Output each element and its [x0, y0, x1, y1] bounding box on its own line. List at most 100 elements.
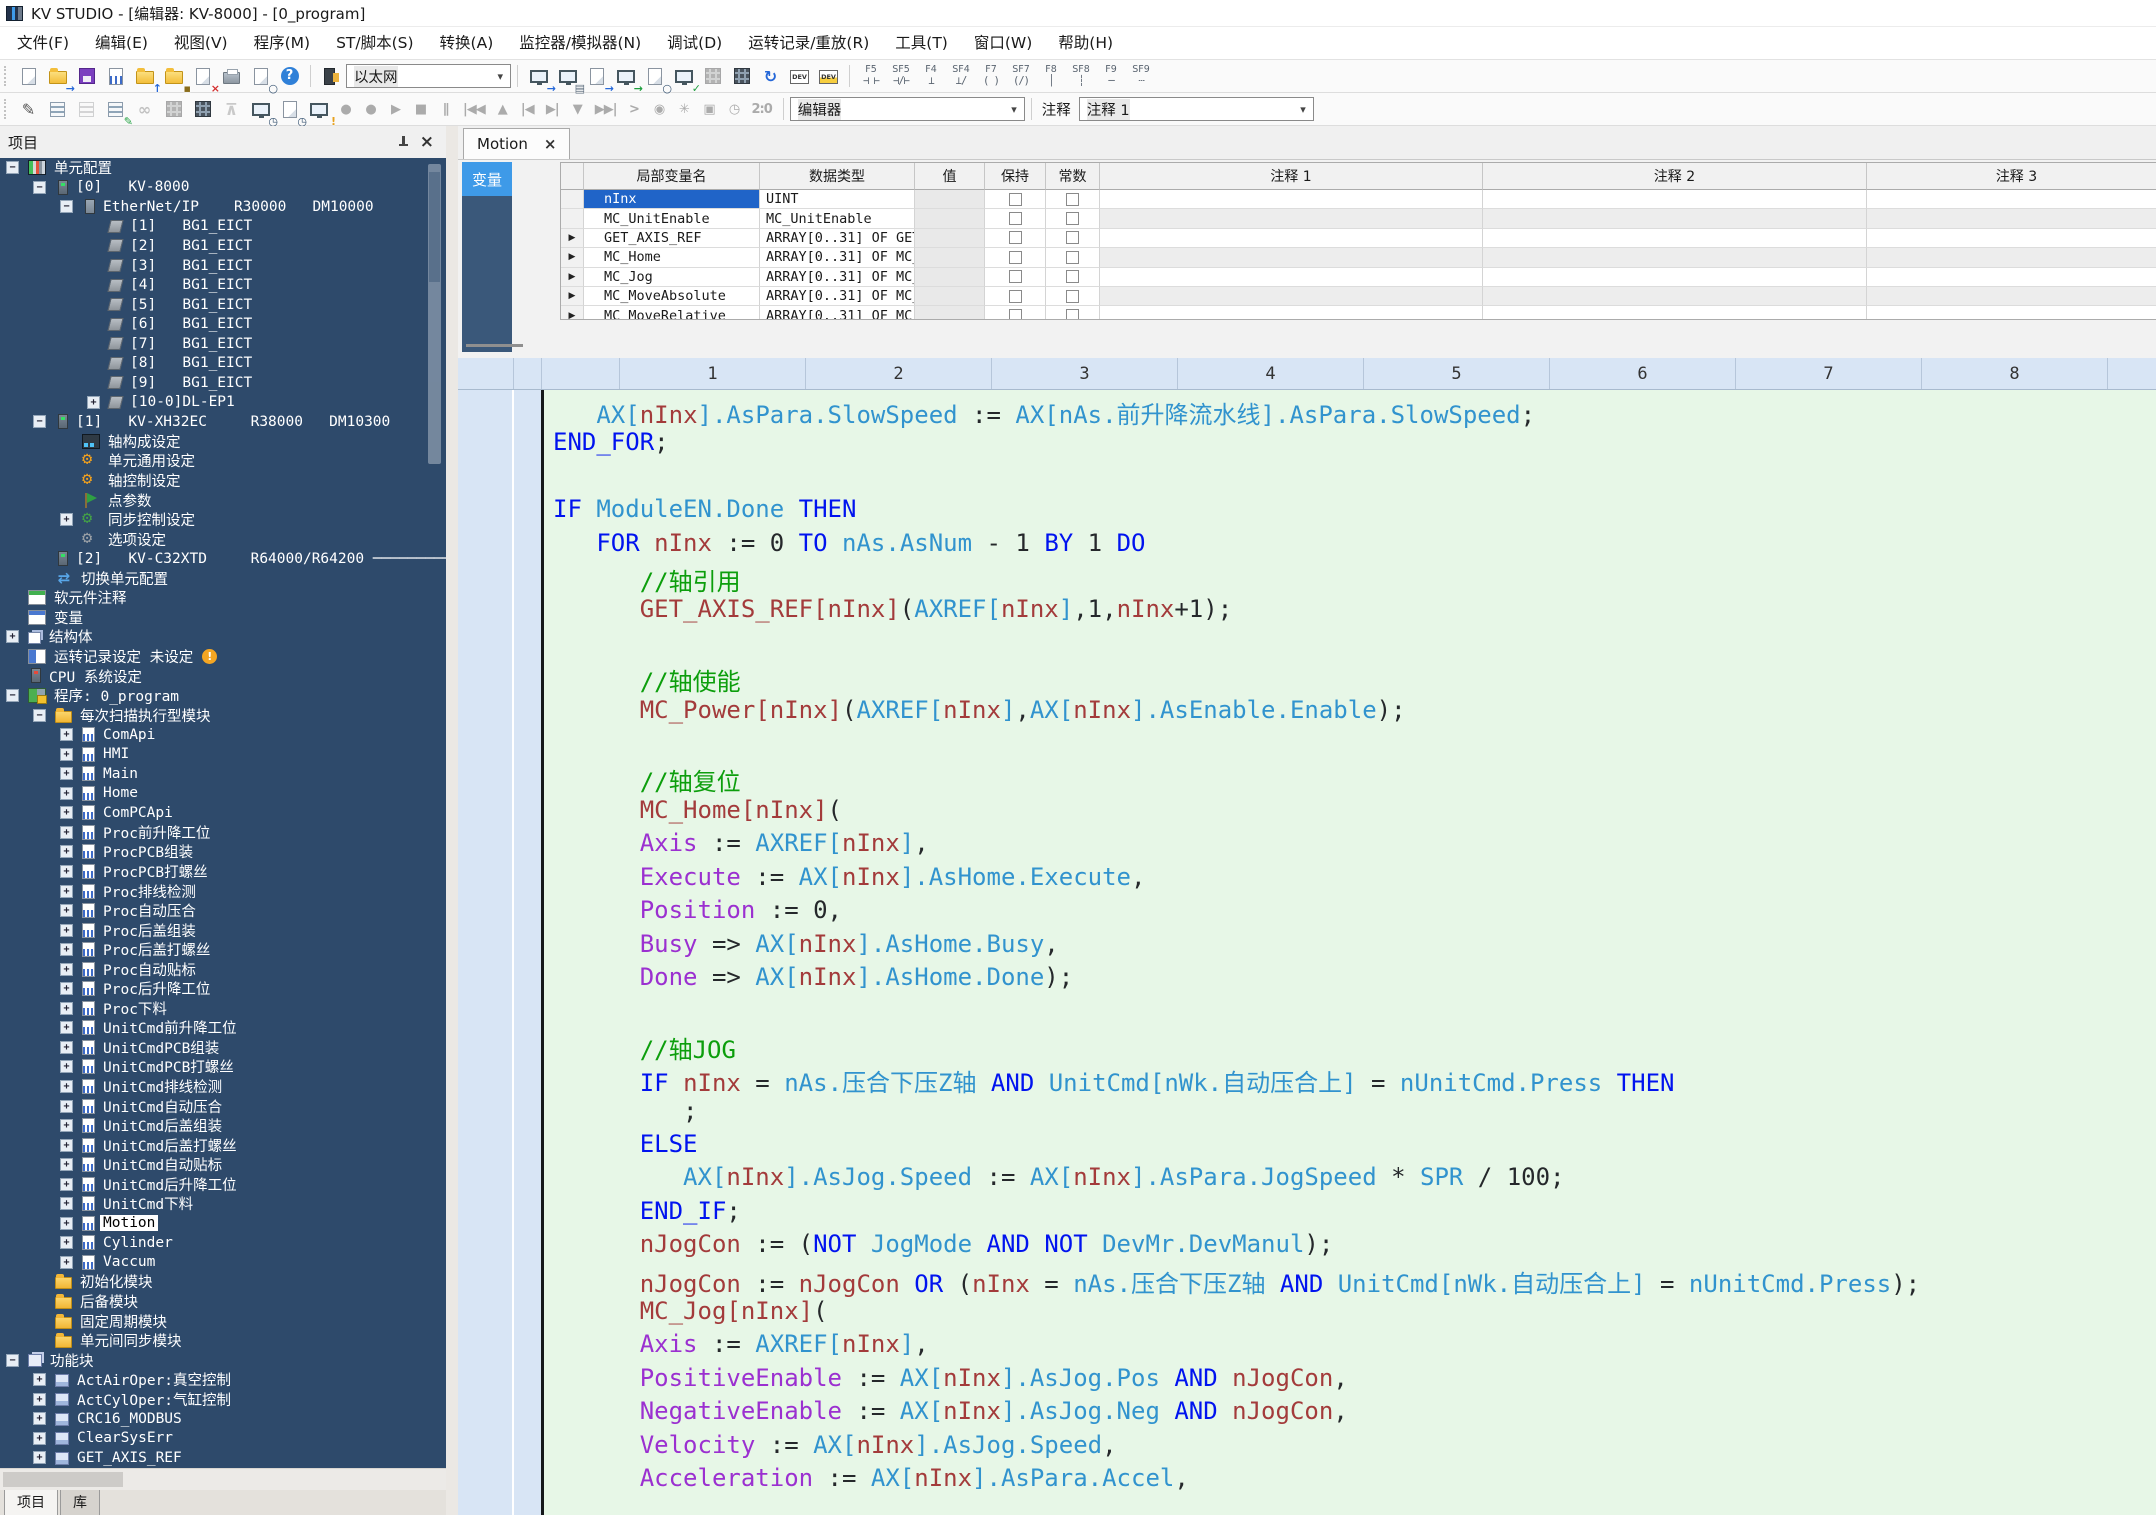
tree-expand-icon[interactable]: + [60, 767, 73, 781]
tree-item[interactable]: 点参数 [0, 490, 446, 510]
comment-cell[interactable] [1867, 209, 2156, 229]
menu-转换A[interactable]: 转换(A) [427, 27, 507, 60]
tree-item[interactable]: + UnitCmd后盖打螺丝 [0, 1135, 446, 1155]
comment-cell[interactable] [1483, 209, 1867, 229]
tree-item[interactable]: − 功能块 [0, 1350, 446, 1370]
column-header-注释 2[interactable]: 注释 2 [1483, 163, 1867, 190]
time-display-icon[interactable]: 2:0 [748, 96, 776, 123]
tree-item[interactable]: + UnitCmd自动压合 [0, 1096, 446, 1116]
preview-glasses-icon[interactable]: ∞ [131, 96, 158, 123]
expand-array-icon[interactable]: ▶ [561, 248, 584, 268]
tree-item[interactable]: + UnitCmdPCB组装 [0, 1038, 446, 1058]
variable-row[interactable]: MC_UnitEnable MC_UnitEnable [561, 209, 2156, 229]
tree-expand-icon[interactable]: + [60, 1060, 73, 1074]
jump-icon[interactable]: > [623, 96, 646, 123]
constant-checkbox[interactable] [1066, 231, 1079, 245]
tree-item[interactable]: + UnitCmd排线检测 [0, 1077, 446, 1097]
comment-cell[interactable] [1867, 286, 2156, 307]
tree-item[interactable]: + ProcPCB打螺丝 [0, 862, 446, 882]
ladder-key-F5[interactable]: F5 ⊣ ⊢ [856, 65, 886, 87]
device-monitor-icon[interactable]: DEV [786, 63, 813, 90]
toolbar-grip[interactable] [4, 66, 10, 86]
pin-icon[interactable] [398, 136, 408, 148]
tree-item[interactable]: − 每次扫描执行型模块 [0, 705, 446, 725]
value-cell[interactable] [915, 267, 985, 287]
constant-checkbox[interactable] [1066, 250, 1079, 264]
data-type-cell[interactable]: ARRAY[0..31] OF MC_Mo [760, 286, 915, 307]
tree-expand-icon[interactable]: + [87, 395, 100, 409]
menu-调试D[interactable]: 调试(D) [654, 27, 735, 60]
tree-item[interactable]: + [10-0]DL-EP1 [0, 393, 446, 413]
menu-帮助H[interactable]: 帮助(H) [1045, 27, 1126, 60]
tree-item[interactable]: 后备模块 [0, 1292, 446, 1312]
pause-icon[interactable]: ∥ [434, 96, 457, 123]
hold-checkbox[interactable] [1008, 250, 1022, 264]
comment-select[interactable]: 注释 1 ▾ [1078, 97, 1314, 121]
tree-item[interactable]: − 单元配置 [0, 158, 446, 178]
value-cell[interactable] [915, 228, 985, 249]
simulator-grid-icon[interactable] [728, 63, 755, 90]
tree-expand-icon[interactable]: + [60, 1158, 73, 1172]
comment-cell[interactable] [1100, 306, 1483, 319]
tree-item[interactable]: + 结构体 [0, 627, 446, 647]
comment-cell[interactable] [1100, 190, 1483, 210]
row-selector[interactable] [561, 190, 584, 210]
variable-name-cell[interactable]: MC_MoveRelative [584, 306, 760, 319]
ladder-view-icon[interactable] [160, 96, 187, 123]
menu-ST/脚本S[interactable]: ST/脚本(S) [323, 27, 426, 60]
comment-cell[interactable] [1100, 228, 1483, 249]
panel-tab-library[interactable]: 库 [60, 1489, 100, 1515]
tree-item[interactable]: + Proc后升降工位 [0, 979, 446, 999]
tree-item[interactable]: + Proc排线检测 [0, 881, 446, 901]
communication-setup-icon[interactable] [318, 63, 345, 90]
tree-collapse-icon[interactable]: − [6, 689, 19, 703]
menu-视图V[interactable]: 视图(V) [161, 27, 241, 60]
comment-cell[interactable] [1483, 228, 1867, 249]
column-header-数据类型[interactable]: 数据类型 [760, 163, 915, 190]
tree-item[interactable]: + Cylinder [0, 1233, 446, 1253]
tree-expand-icon[interactable]: + [60, 845, 73, 859]
tree-expand-icon[interactable]: + [60, 1197, 73, 1211]
comment-cell[interactable] [1867, 229, 2156, 249]
expand-array-icon[interactable]: ▶ [561, 286, 584, 307]
tree-horizontal-scrollbar[interactable] [0, 1468, 446, 1490]
tree-item[interactable]: [9] BG1_EICT [0, 373, 446, 393]
fast-forward-icon[interactable]: ▶▶| [591, 96, 621, 123]
tree-item[interactable]: + Proc自动贴标 [0, 959, 446, 979]
comment-cell[interactable] [1867, 306, 2156, 319]
variable-row[interactable]: ▶GET_AXIS_REFARRAY[0..31] OF GET_A [561, 228, 2156, 249]
tree-collapse-icon[interactable]: − [33, 708, 46, 722]
variable-row[interactable]: ▶MC_HomeARRAY[0..31] OF MC_Ho [561, 248, 2156, 268]
comment-cell[interactable] [1100, 267, 1483, 287]
connection-select[interactable]: 以太网 ▾ [346, 64, 511, 88]
tree-item[interactable]: − [1] KV-XH32EC R38000 DM10300 [0, 412, 446, 432]
tree-expand-icon[interactable]: + [60, 1216, 73, 1230]
ladder-key-F7[interactable]: F7( ) [976, 65, 1006, 87]
edit-ladder-icon[interactable]: ✎ [15, 96, 42, 123]
comment-cell[interactable] [1867, 190, 2156, 210]
comment-cell[interactable] [1483, 190, 1867, 210]
data-type-cell[interactable]: ARRAY[0..31] OF GET_A [760, 228, 915, 249]
comment-cell[interactable] [1483, 286, 1867, 307]
tree-item[interactable]: − EtherNet/IP R30000 DM10000 [0, 197, 446, 217]
verify-icon[interactable]: ○ [641, 63, 672, 94]
value-cell[interactable] [915, 306, 985, 319]
tree-collapse-icon[interactable]: − [6, 1353, 19, 1367]
tree-item[interactable]: 软元件注释 [0, 588, 446, 608]
tree-item[interactable]: + Vaccum [0, 1253, 446, 1273]
column-header-局部变量名[interactable]: 局部变量名 [584, 163, 760, 190]
tree-collapse-icon[interactable]: − [6, 161, 19, 175]
tree-expand-icon[interactable]: + [60, 864, 73, 878]
constant-checkbox[interactable] [1066, 192, 1079, 206]
tree-expand-icon[interactable]: + [60, 1255, 73, 1269]
tree-item[interactable]: [7] BG1_EICT [0, 334, 446, 354]
tree-expand-icon[interactable]: + [60, 943, 73, 957]
step-back-icon[interactable]: |◀ [516, 96, 539, 123]
tree-expand-icon[interactable]: + [60, 1079, 73, 1093]
tree-item[interactable]: + Proc自动压合 [0, 901, 446, 921]
tree-item[interactable]: 初始化模块 [0, 1272, 446, 1292]
close-tab-icon[interactable]: × [544, 135, 557, 153]
data-type-cell[interactable]: UINT [760, 190, 915, 210]
variable-name-cell[interactable]: MC_Jog [584, 267, 760, 287]
tree-item[interactable]: 运转记录设定 未设定! [0, 647, 446, 667]
